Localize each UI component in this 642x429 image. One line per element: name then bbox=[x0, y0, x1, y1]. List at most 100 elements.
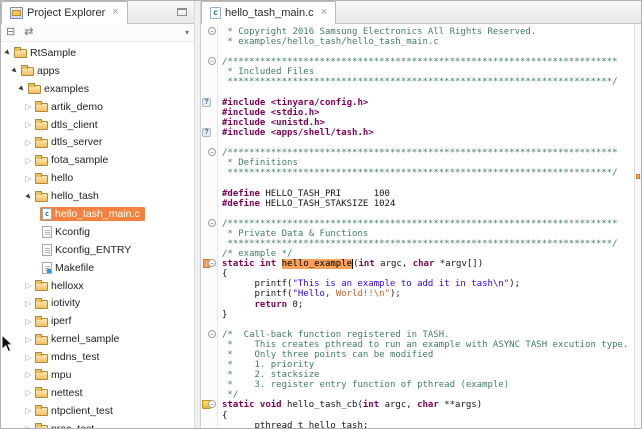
code-line[interactable]: static int hello_example(int argc, char … bbox=[222, 259, 634, 269]
code-line[interactable]: static void hello_tash_cb(int argc, char… bbox=[222, 400, 634, 410]
tree-item-apps[interactable]: ▼apps bbox=[1, 62, 194, 80]
code-line[interactable]: * examples/hello_tash/hello_tash_main.c bbox=[222, 37, 634, 47]
code-line[interactable]: * 2. stacksize bbox=[222, 370, 634, 380]
collapsed-arrow-icon[interactable]: ▷ bbox=[24, 353, 33, 362]
code-line[interactable]: #include <tinyara/config.h> bbox=[222, 98, 634, 108]
code-line[interactable]: /***************************************… bbox=[222, 219, 634, 229]
tree-item-kernel_sample[interactable]: ▷kernel_sample bbox=[1, 330, 194, 348]
fold-minus-icon[interactable]: − bbox=[208, 400, 216, 408]
collapsed-arrow-icon[interactable]: ▷ bbox=[24, 335, 33, 344]
collapsed-arrow-icon[interactable]: ▷ bbox=[24, 299, 33, 308]
tree-item-helloxx[interactable]: ▷helloxx bbox=[1, 277, 194, 295]
code-line[interactable]: #include <stdio.h> bbox=[222, 108, 634, 118]
code-line[interactable] bbox=[222, 88, 634, 98]
tree-item-iperf[interactable]: ▷iperf bbox=[1, 312, 194, 330]
overview-ruler[interactable] bbox=[634, 24, 641, 428]
code-line[interactable]: } bbox=[222, 310, 634, 320]
tree-item-artik_demo[interactable]: ▷artik_demo bbox=[1, 98, 194, 116]
tree-item-mpu[interactable]: ▷mpu bbox=[1, 366, 194, 384]
tab-editor-label: hello_tash_main.c bbox=[225, 7, 314, 19]
tree-item-hello[interactable]: ▷hello bbox=[1, 169, 194, 187]
code-line[interactable] bbox=[222, 47, 634, 57]
tree-item-hello_tash_main.c[interactable]: chello_tash_main.c bbox=[1, 205, 194, 223]
collapsed-arrow-icon[interactable]: ▷ bbox=[24, 388, 33, 397]
close-icon[interactable]: × bbox=[112, 7, 118, 18]
gutter-row: − bbox=[201, 219, 217, 229]
tree-item-RtSample[interactable]: ▼RtSample bbox=[1, 44, 194, 62]
collapsed-arrow-icon[interactable]: ▷ bbox=[24, 370, 33, 379]
collapsed-arrow-icon[interactable]: ▷ bbox=[24, 138, 33, 147]
code-line[interactable]: printf("This is an example to add it in … bbox=[222, 279, 634, 289]
maximize-icon[interactable] bbox=[177, 8, 187, 16]
code-line[interactable]: return 0; bbox=[222, 300, 634, 310]
tree-item-iotivity[interactable]: ▷iotivity bbox=[1, 294, 194, 312]
code-line[interactable]: ****************************************… bbox=[222, 77, 634, 87]
code-line[interactable]: * Definitions bbox=[222, 158, 634, 168]
code-line[interactable]: * 3. register entry function of pthread … bbox=[222, 380, 634, 390]
code-line[interactable]: /* Call-back function registered in TASH… bbox=[222, 330, 634, 340]
fold-minus-icon[interactable]: − bbox=[208, 219, 216, 227]
fold-minus-icon[interactable]: − bbox=[208, 259, 216, 267]
code-line[interactable]: * This creates pthread to run an example… bbox=[222, 340, 634, 350]
tab-editor-file[interactable]: c hello_tash_main.c × bbox=[201, 1, 336, 24]
code-line[interactable]: pthread_t hello_tash; bbox=[222, 421, 634, 428]
link-with-editor-icon[interactable]: ⇄ bbox=[24, 27, 33, 38]
collapsed-arrow-icon[interactable]: ▷ bbox=[24, 156, 33, 165]
code-line[interactable] bbox=[222, 178, 634, 188]
collapsed-arrow-icon[interactable]: ▷ bbox=[24, 281, 33, 290]
code-line[interactable]: { bbox=[222, 411, 634, 421]
tree-item-fota_sample[interactable]: ▷fota_sample bbox=[1, 151, 194, 169]
code-line[interactable]: /***************************************… bbox=[222, 57, 634, 67]
tree-item-selection: nettest bbox=[33, 386, 88, 400]
view-menu-icon[interactable]: ▾ bbox=[185, 29, 189, 37]
code-line[interactable]: { bbox=[222, 269, 634, 279]
collapse-all-icon[interactable]: ⊟ bbox=[6, 27, 15, 38]
code-line[interactable]: /* example */ bbox=[222, 249, 634, 259]
pane-splitter[interactable] bbox=[194, 1, 201, 428]
occurrence-tick[interactable] bbox=[636, 174, 640, 179]
collapsed-arrow-icon[interactable]: ▷ bbox=[24, 317, 33, 326]
code-line[interactable] bbox=[222, 209, 634, 219]
code-line[interactable]: * Included Files bbox=[222, 67, 634, 77]
code-line[interactable]: * Copyright 2016 Samsung Electronics All… bbox=[222, 27, 634, 37]
code-line[interactable]: ****************************************… bbox=[222, 168, 634, 178]
code-line[interactable]: */ bbox=[222, 390, 634, 400]
tree-item-dtls_server[interactable]: ▷dtls_server bbox=[1, 133, 194, 151]
tree-item-proc_test[interactable]: ▷proc_test bbox=[1, 420, 194, 428]
code-line[interactable]: printf("Hello, World!!\n"); bbox=[222, 289, 634, 299]
tree-item-mdns_test[interactable]: ▷mdns_test bbox=[1, 348, 194, 366]
code-line[interactable]: #define HELLO_TASH_STAKSIZE 1024 bbox=[222, 199, 634, 209]
tree-item-Kconfig_ENTRY[interactable]: Kconfig_ENTRY bbox=[1, 241, 194, 259]
tab-project-explorer[interactable]: Project Explorer × bbox=[1, 1, 128, 24]
code-line[interactable]: #include <apps/shell/tash.h> bbox=[222, 128, 634, 138]
tree-item-nettest[interactable]: ▷nettest bbox=[1, 384, 194, 402]
tree-item-ntpclient_test[interactable]: ▷ntpclient_test bbox=[1, 402, 194, 420]
code-line[interactable]: #include <unistd.h> bbox=[222, 118, 634, 128]
code-line[interactable]: * Private Data & Functions bbox=[222, 229, 634, 239]
fold-minus-icon[interactable]: − bbox=[208, 330, 216, 338]
tree-item-examples[interactable]: ▼examples bbox=[1, 80, 194, 98]
collapsed-arrow-icon[interactable]: ▷ bbox=[24, 120, 33, 129]
fold-minus-icon[interactable]: − bbox=[208, 27, 216, 35]
tree-item-dtls_client[interactable]: ▷ dtls_client bbox=[1, 116, 194, 134]
fold-minus-icon[interactable]: − bbox=[208, 57, 216, 65]
fold-minus-icon[interactable]: − bbox=[208, 148, 216, 156]
cfile-icon: c bbox=[42, 208, 52, 220]
tree-item-Makefile[interactable]: Makefile bbox=[1, 259, 194, 277]
tree-item-hello_tash[interactable]: ▼hello_tash bbox=[1, 187, 194, 205]
tree-item-Kconfig[interactable]: Kconfig bbox=[1, 223, 194, 241]
code-line[interactable]: /***************************************… bbox=[222, 148, 634, 158]
collapsed-arrow-icon[interactable]: ▷ bbox=[24, 406, 33, 415]
code-line[interactable]: * 1. priority bbox=[222, 360, 634, 370]
collapsed-arrow-icon[interactable]: ▷ bbox=[24, 102, 33, 111]
code-line[interactable] bbox=[222, 320, 634, 330]
code-line[interactable]: * Only three points can be modified bbox=[222, 350, 634, 360]
collapsed-arrow-icon[interactable]: ▷ bbox=[24, 174, 33, 183]
code-line[interactable]: #define HELLO_TASH_PRI 100 bbox=[222, 189, 634, 199]
code-line[interactable] bbox=[222, 138, 634, 148]
code-area[interactable]: * Copyright 2016 Samsung Electronics All… bbox=[218, 24, 634, 428]
close-icon[interactable]: × bbox=[321, 7, 327, 18]
collapsed-arrow-icon[interactable]: ▷ bbox=[24, 424, 33, 428]
tree-item-label: dtls_client bbox=[51, 119, 98, 131]
code-line[interactable]: ****************************************… bbox=[222, 239, 634, 249]
